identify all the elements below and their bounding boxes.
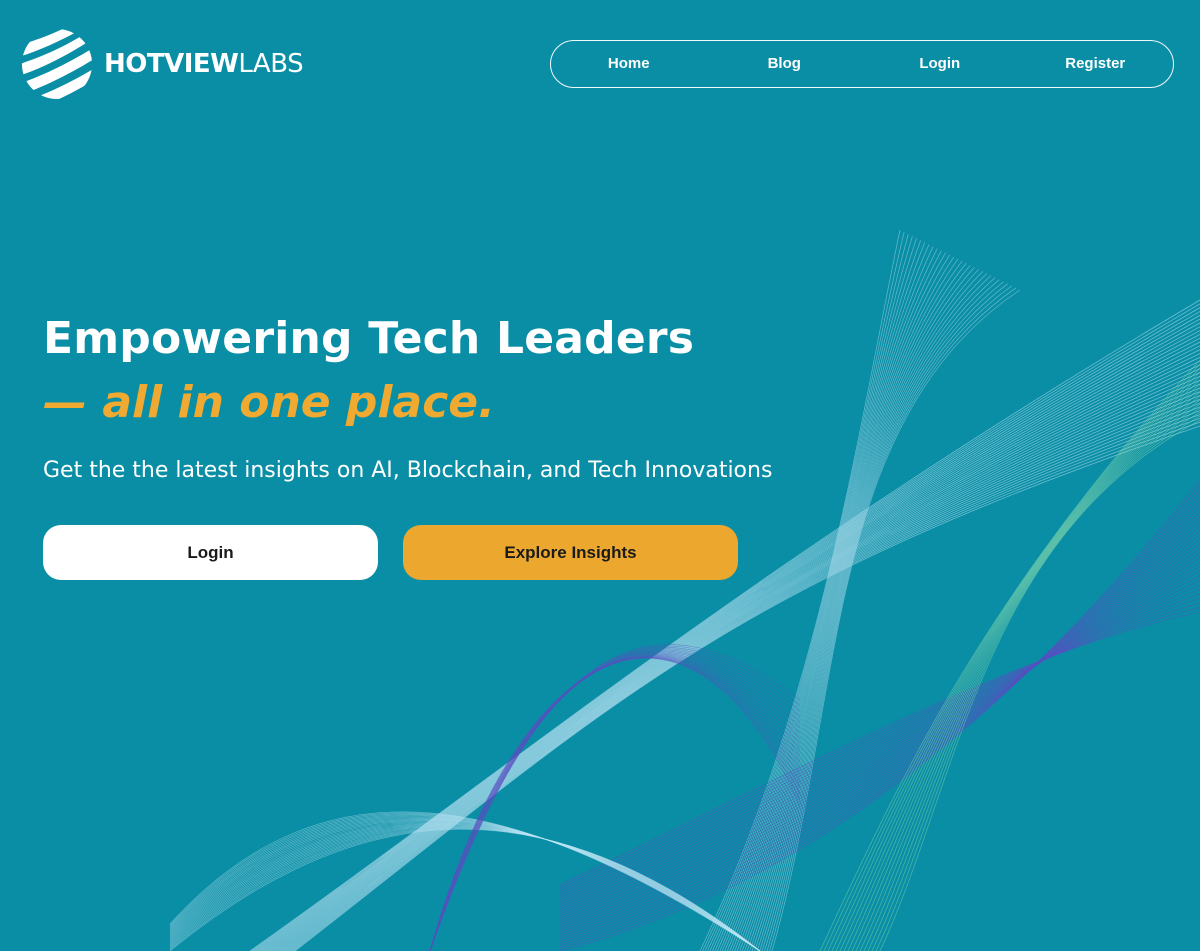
nav-link-login[interactable]: Login <box>862 40 1018 88</box>
login-button[interactable]: Login <box>43 525 378 580</box>
nav-link-blog[interactable]: Blog <box>707 40 863 88</box>
brand-name-bold: HOTVIEW <box>104 49 239 79</box>
hero-accent-tagline: — all in one place. <box>43 377 495 428</box>
nav-link-register[interactable]: Register <box>1018 40 1174 88</box>
hero-section: Empowering Tech Leaders — all in one pla… <box>43 308 863 486</box>
hero-cta-buttons: Login Explore Insights <box>43 525 738 580</box>
striped-globe-icon <box>21 28 93 100</box>
nav-link-home[interactable]: Home <box>551 40 707 88</box>
main-navigation: Home Blog Login Register <box>550 40 1174 88</box>
hero-title: Empowering Tech Leaders <box>43 313 695 364</box>
brand-name-light: LABS <box>238 49 304 79</box>
hero-subtitle: Get the the latest insights on AI, Block… <box>43 458 773 483</box>
brand-name: HOTVIEWLABS <box>104 49 304 79</box>
brand-logo[interactable]: HOTVIEWLABS <box>20 26 304 102</box>
explore-insights-button[interactable]: Explore Insights <box>403 525 738 580</box>
